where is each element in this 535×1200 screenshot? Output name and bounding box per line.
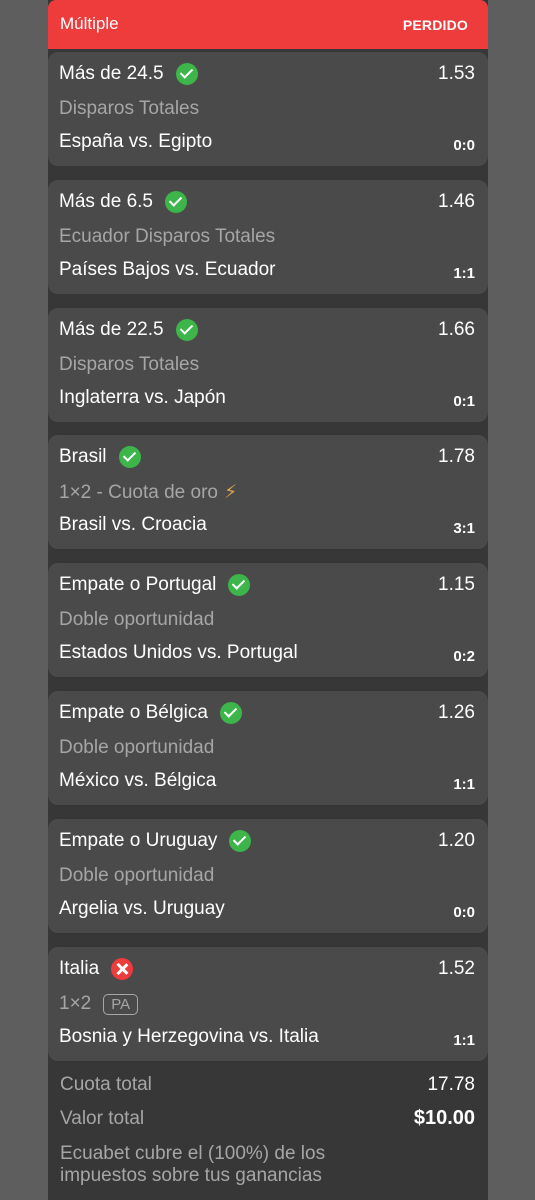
leg-selection: Más de 22.5: [59, 319, 164, 340]
bet-leg-card[interactable]: Empate o Bélgica 1.26 Doble oportunidad …: [48, 691, 488, 805]
leg-market: 1×2: [59, 993, 92, 1014]
check-icon: [175, 319, 198, 341]
leg-odds: 1.15: [438, 574, 475, 595]
bet-header: Múltiple PERDIDO: [48, 0, 488, 49]
bet-leg-card[interactable]: Más de 24.5 1.53 Disparos Totales España…: [48, 52, 488, 166]
total-value-amount: $10.00: [413, 1107, 475, 1129]
pa-badge: PA: [103, 993, 139, 1015]
leg-score: 1:1: [453, 776, 475, 793]
bet-leg-card[interactable]: Más de 22.5 1.66 Disparos Totales Inglat…: [48, 308, 488, 422]
leg-market: Doble oportunidad: [59, 609, 215, 630]
leg-match: México vs. Bélgica: [59, 770, 217, 791]
leg-match: Inglaterra vs. Japón: [59, 387, 226, 408]
leg-selection: Empate o Bélgica: [59, 702, 208, 723]
tax-note: Ecuabet cubre el (100%) de los impuestos…: [60, 1143, 326, 1186]
leg-selection: Más de 6.5: [59, 191, 153, 212]
leg-score: 0:0: [453, 137, 475, 154]
cross-icon: [111, 958, 134, 980]
leg-market: Doble oportunidad: [59, 865, 215, 886]
leg-match: Bosnia y Herzegovina vs. Italia: [59, 1026, 319, 1047]
leg-score: 3:1: [453, 520, 475, 537]
check-icon: [219, 702, 242, 724]
leg-selection: Más de 24.5: [59, 63, 164, 84]
bet-type-title: Múltiple: [60, 14, 119, 33]
check-icon: [229, 830, 252, 852]
leg-score: 1:1: [453, 1032, 475, 1049]
leg-odds: 1.46: [438, 191, 475, 212]
check-icon: [118, 446, 141, 468]
lightning-icon: ⚡: [223, 482, 238, 503]
leg-odds: 1.66: [438, 319, 475, 340]
leg-match: Brasil vs. Croacia: [59, 514, 207, 535]
check-icon: [165, 191, 187, 213]
bet-leg-card[interactable]: Italia 1.52 1×2 PA Bosnia y Herzegovina v…: [48, 947, 488, 1061]
leg-market: Disparos Totales: [59, 98, 200, 119]
leg-odds: 1.26: [438, 702, 475, 723]
leg-match: Argelia vs. Uruguay: [59, 898, 225, 919]
check-icon: [175, 63, 198, 85]
total-odds-label: Cuota total: [60, 1074, 152, 1095]
leg-odds: 1.52: [438, 958, 475, 979]
leg-score: 0:2: [453, 648, 475, 665]
leg-market: 1×2 - Cuota de oro: [59, 481, 218, 503]
leg-score: 1:1: [453, 265, 475, 282]
leg-score: 0:0: [453, 904, 475, 921]
leg-match: Países Bajos vs. Ecuador: [59, 259, 276, 280]
total-odds-value: 17.78: [427, 1074, 475, 1095]
check-icon: [228, 574, 251, 596]
leg-selection: Brasil: [59, 446, 107, 467]
leg-selection: Empate o Portugal: [59, 574, 217, 595]
leg-score: 0:1: [453, 393, 475, 410]
bet-leg-card[interactable]: Más de 6.5 1.46 Ecuador Disparos Totales…: [48, 180, 488, 294]
leg-match: España vs. Egipto: [59, 131, 213, 152]
leg-odds: 1.78: [438, 446, 475, 467]
bet-status-badge: PERDIDO: [402, 17, 468, 33]
bet-leg-card[interactable]: Brasil 1.78 1×2 - Cuota de oro ⚡ Brasil v…: [48, 435, 488, 549]
leg-market: Disparos Totales: [59, 354, 200, 375]
leg-market: Doble oportunidad: [59, 737, 215, 758]
leg-odds: 1.53: [438, 63, 475, 84]
leg-selection: Italia: [59, 958, 100, 979]
leg-match: Estados Unidos vs. Portugal: [59, 642, 298, 663]
total-value-label: Valor total: [60, 1108, 145, 1129]
leg-selection: Empate o Uruguay: [59, 830, 218, 851]
leg-market: Ecuador Disparos Totales: [59, 226, 276, 247]
bet-leg-card[interactable]: Empate o Portugal 1.15 Doble oportunidad…: [48, 563, 488, 677]
leg-odds: 1.20: [438, 830, 475, 851]
bet-leg-card[interactable]: Empate o Uruguay 1.20 Doble oportunidad …: [48, 819, 488, 933]
